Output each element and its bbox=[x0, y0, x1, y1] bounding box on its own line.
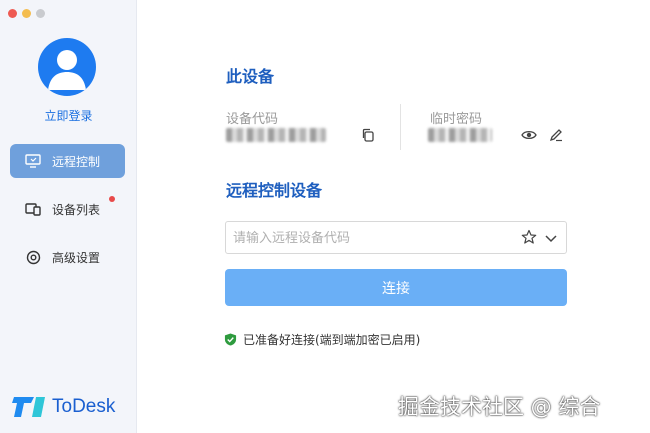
notification-badge bbox=[109, 196, 115, 202]
todesk-logo-icon bbox=[12, 397, 45, 417]
device-code-value-redacted bbox=[226, 128, 326, 142]
temp-password-label: 临时密码 bbox=[430, 112, 483, 127]
sidebar-item-device-list[interactable]: 设备列表 bbox=[10, 192, 125, 226]
watermark: 掘金技术社区 @ 综合 bbox=[398, 395, 601, 419]
sidebar-item-remote-control[interactable]: 远程控制 bbox=[10, 144, 125, 178]
edit-pencil-icon[interactable] bbox=[548, 127, 564, 143]
divider bbox=[400, 104, 401, 150]
close-window-button[interactable] bbox=[8, 9, 17, 18]
sidebar-item-advanced-settings[interactable]: 高级设置 bbox=[10, 240, 125, 274]
sidebar-item-label: 远程控制 bbox=[52, 154, 101, 169]
device-code-label: 设备代码 bbox=[226, 112, 279, 127]
sidebar: 立即登录 远程控制 设备列表 高级设置 ToDesk bbox=[0, 0, 137, 433]
todesk-window: 立即登录 远程控制 设备列表 高级设置 ToDesk 此设备 设备代码 临时密码… bbox=[0, 0, 650, 433]
remote-control-title: 远程控制设备 bbox=[226, 181, 323, 200]
minimize-window-button[interactable] bbox=[22, 9, 31, 18]
monitor-icon bbox=[24, 152, 42, 170]
copy-icon[interactable] bbox=[360, 127, 376, 143]
connection-status: 已准备好连接(端到端加密已启用) bbox=[224, 331, 420, 348]
sidebar-item-label: 设备列表 bbox=[52, 202, 101, 217]
eye-icon[interactable] bbox=[521, 127, 537, 143]
brand-logo: ToDesk bbox=[12, 395, 115, 419]
connect-button[interactable]: 连接 bbox=[225, 269, 567, 306]
temp-password-value-redacted bbox=[428, 128, 492, 142]
remote-device-code-input[interactable] bbox=[233, 229, 513, 247]
user-avatar-icon bbox=[48, 50, 86, 90]
window-controls bbox=[8, 9, 45, 18]
avatar[interactable] bbox=[38, 38, 96, 96]
devices-icon bbox=[24, 200, 42, 218]
remote-device-code-field bbox=[225, 221, 567, 254]
zoom-window-button[interactable] bbox=[36, 9, 45, 18]
shield-check-icon bbox=[224, 333, 237, 346]
this-device-title: 此设备 bbox=[226, 67, 275, 86]
sidebar-item-label: 高级设置 bbox=[52, 250, 101, 265]
brand-name: ToDesk bbox=[52, 396, 116, 417]
star-icon[interactable] bbox=[521, 229, 537, 249]
chevron-down-icon[interactable] bbox=[544, 230, 558, 249]
status-text: 已准备好连接(端到端加密已启用) bbox=[243, 333, 421, 347]
settings-icon bbox=[24, 248, 42, 266]
login-link[interactable]: 立即登录 bbox=[0, 107, 137, 124]
